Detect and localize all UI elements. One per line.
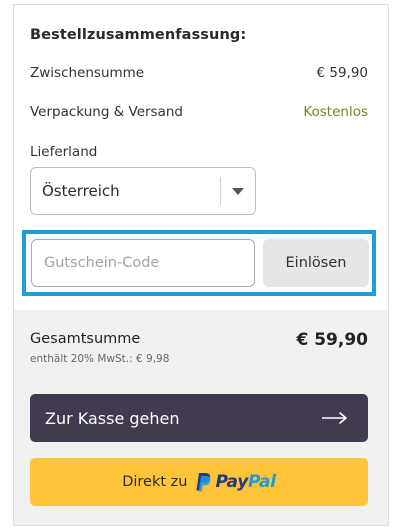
subtotal-row: Zwischensumme € 59,90 — [30, 63, 368, 83]
paypal-wordmark-pal: Pal — [247, 472, 276, 492]
paypal-wordmark-pay: Pay — [215, 472, 248, 492]
country-select-value: Österreich — [42, 182, 120, 200]
vat-note: enthält 20% MwSt.: € 9,98 — [30, 353, 170, 365]
arrow-right-icon — [322, 412, 348, 424]
checkout-button[interactable]: Zur Kasse gehen — [30, 394, 368, 442]
total-value: € 59,90 — [296, 330, 368, 350]
subtotal-label: Zwischensumme — [30, 65, 145, 81]
shipping-label: Verpackung & Versand — [30, 104, 183, 120]
shipping-row: Verpackung & Versand Kostenlos — [30, 102, 368, 122]
redeem-button[interactable]: Einlösen — [263, 239, 369, 287]
country-label: Lieferland — [30, 144, 98, 160]
total-label: Gesamtsumme — [30, 331, 141, 347]
chevron-down-icon[interactable] — [221, 187, 255, 195]
paypal-button[interactable]: Direkt zu Pay Pal — [30, 458, 368, 506]
order-summary-card: Bestellzusammenfassung: Zwischensumme € … — [13, 4, 389, 526]
shipping-value: Kostenlos — [303, 104, 368, 120]
subtotal-value: € 59,90 — [316, 65, 368, 81]
paypal-logo-icon: Pay Pal — [195, 472, 276, 492]
checkout-button-label: Zur Kasse gehen — [45, 408, 180, 428]
paypal-button-prefix: Direkt zu — [122, 474, 188, 490]
order-summary-title: Bestellzusammenfassung: — [30, 27, 247, 43]
coupon-section: Einlösen — [22, 230, 376, 296]
coupon-code-input[interactable] — [31, 239, 255, 287]
total-section: Gesamtsumme € 59,90 enthält 20% MwSt.: €… — [14, 310, 388, 525]
country-select[interactable]: Österreich — [30, 167, 256, 215]
